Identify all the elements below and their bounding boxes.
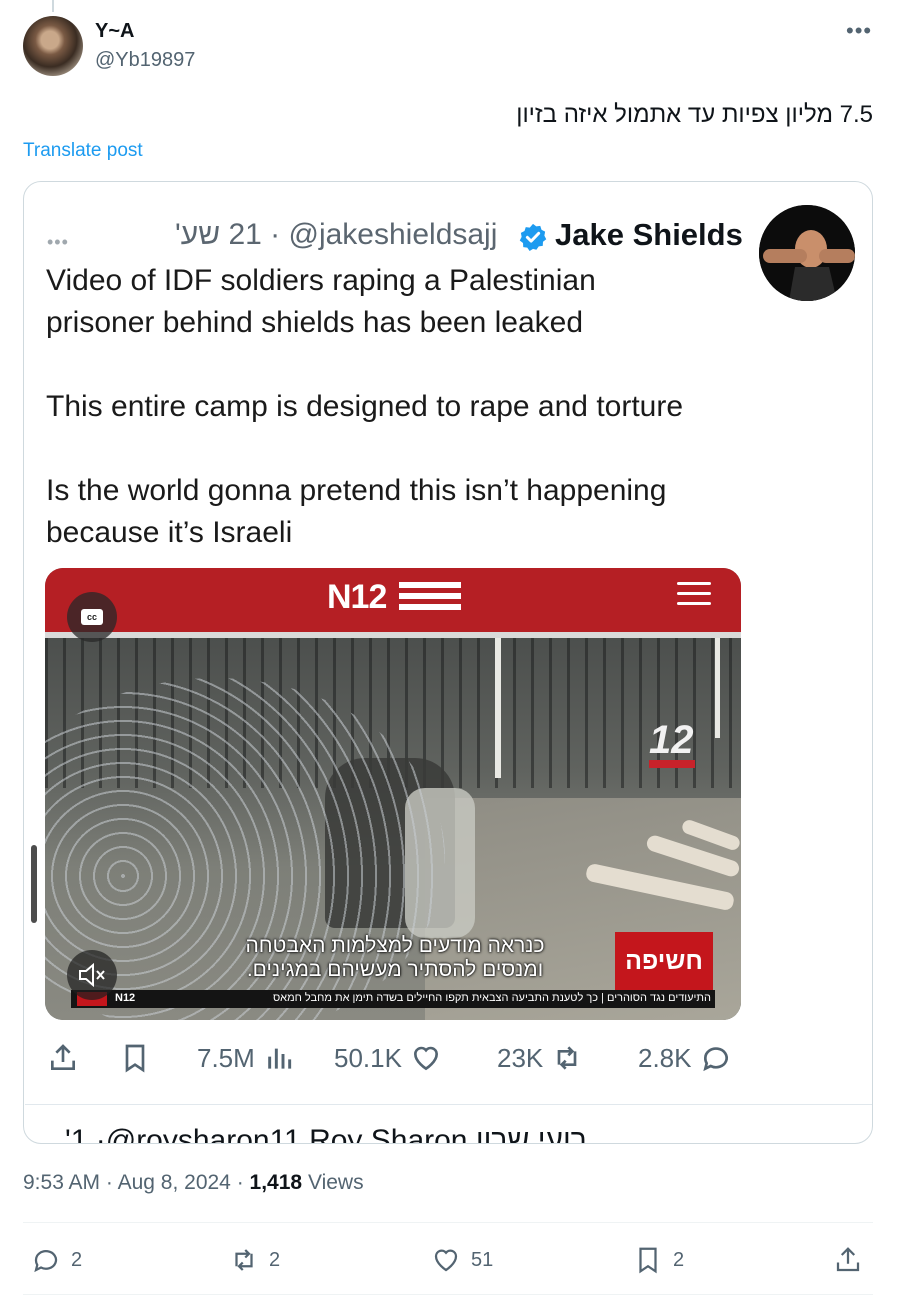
heart-icon bbox=[434, 1249, 458, 1272]
quote-views[interactable]: 7.5M bbox=[197, 1038, 295, 1078]
ticker-logo: N12 bbox=[115, 992, 136, 1004]
author-handle[interactable]: @Yb19897 bbox=[95, 49, 195, 72]
quote-like-button[interactable]: 50.1K bbox=[334, 1038, 442, 1078]
divider bbox=[23, 1222, 873, 1223]
news-ticker: N12 התיעודים נגד הסוהרים | כך לטענת התבי… bbox=[71, 990, 715, 1008]
bookmark-icon bbox=[639, 1247, 657, 1274]
quote-author-name[interactable]: Jake Shields bbox=[555, 217, 743, 253]
repost-icon bbox=[235, 1249, 253, 1271]
video-frame: 12 כנראה מודעים למצלמות האבטחה ומנסים לה… bbox=[45, 638, 741, 1020]
post-text: 7.5 מליון צפיות עד אתמול איזה בזיון bbox=[516, 101, 873, 128]
quote-views-count: 7.5M bbox=[197, 1042, 255, 1073]
quote-share-button[interactable] bbox=[47, 1038, 79, 1078]
post-action-bar: 2 2 51 2 bbox=[23, 1238, 873, 1282]
bookmark-button[interactable]: 2 bbox=[633, 1238, 684, 1282]
closed-captions-icon: cc bbox=[81, 609, 103, 625]
video-caption: כנראה מודעים למצלמות האבטחה ומנסים להסתי… bbox=[245, 934, 545, 981]
views-label: Views bbox=[307, 1171, 364, 1194]
exclusive-badge: חשיפה bbox=[615, 932, 713, 990]
pole-graphic bbox=[715, 638, 720, 738]
more-options-icon[interactable]: ••• bbox=[846, 18, 872, 44]
quote-repost-button[interactable]: 23K bbox=[497, 1038, 583, 1078]
menu-icon bbox=[677, 582, 711, 608]
like-count: 51 bbox=[471, 1248, 494, 1271]
translate-post-link[interactable]: Translate post bbox=[23, 140, 143, 162]
reply-icon bbox=[34, 1250, 58, 1273]
mute-button[interactable] bbox=[67, 950, 117, 1000]
quoted-post-card[interactable]: ••• 21 שע' · @jakeshieldsajj Jake Shield… bbox=[23, 181, 873, 1144]
reply-button[interactable]: 2 bbox=[31, 1238, 82, 1282]
video-header-bar: N12 bbox=[45, 568, 741, 632]
analytics-icon bbox=[268, 1048, 291, 1069]
repost-button[interactable]: 2 bbox=[229, 1238, 280, 1282]
quote-bookmark-button[interactable] bbox=[119, 1038, 151, 1078]
quote-meta-separator: · bbox=[270, 218, 281, 251]
quote-paragraph: Is the world gonna pretend this isn’t ha… bbox=[46, 474, 667, 549]
quote-handle[interactable]: @jakeshieldsajj bbox=[289, 218, 498, 251]
like-button[interactable]: 51 bbox=[431, 1238, 493, 1282]
n12-logo-bars bbox=[399, 582, 461, 610]
share-icon bbox=[51, 1044, 75, 1070]
closed-captions-button[interactable]: cc bbox=[67, 592, 117, 642]
post-meta: 9:53 AM · Aug 8, 2024 · 1,418 Views bbox=[23, 1171, 364, 1195]
quote-likes-count: 50.1K bbox=[334, 1042, 402, 1073]
bookmark-count: 2 bbox=[673, 1248, 685, 1271]
bookmark-icon bbox=[125, 1044, 145, 1073]
speaker-muted-icon bbox=[79, 962, 105, 988]
views-count: 1,418 bbox=[249, 1171, 303, 1194]
avatar-portrait-icon bbox=[759, 205, 855, 301]
quote-age: 21 שע' bbox=[175, 218, 262, 251]
post-date[interactable]: Aug 8, 2024 bbox=[118, 1171, 231, 1194]
heart-icon bbox=[413, 1046, 438, 1071]
share-icon bbox=[836, 1247, 860, 1272]
reply-icon bbox=[702, 1047, 728, 1072]
quote-replies-count: 2.8K bbox=[638, 1042, 692, 1073]
quote-action-bar: 7.5M 50.1K 23K 2.8K bbox=[25, 1038, 871, 1078]
next-quote-preview: '1 ·@roysharon11 Roy Sharon רועי שרון bbox=[65, 1124, 587, 1144]
author-avatar[interactable] bbox=[23, 16, 83, 76]
thread-connector bbox=[52, 0, 54, 12]
pole-graphic bbox=[495, 638, 501, 778]
share-button[interactable] bbox=[833, 1238, 863, 1282]
meta-separator: · bbox=[105, 1171, 113, 1194]
channel-12-logo-bar bbox=[649, 760, 695, 768]
repost-count: 2 bbox=[269, 1248, 281, 1271]
quote-body: Video of IDF soldiers raping a Palestini… bbox=[46, 260, 766, 554]
quote-author-avatar[interactable] bbox=[759, 205, 855, 301]
quote-meta: 21 שע' · @jakeshieldsajj bbox=[175, 218, 497, 252]
quote-paragraph: This entire camp is designed to rape and… bbox=[46, 390, 684, 423]
channel-12-logo: 12 bbox=[649, 718, 694, 762]
author-display-name[interactable]: Y~A bbox=[95, 20, 134, 43]
quote-more-icon[interactable]: ••• bbox=[47, 232, 69, 253]
post-time[interactable]: 9:53 AM bbox=[23, 1171, 100, 1194]
quote-reply-button[interactable]: 2.8K bbox=[638, 1038, 732, 1078]
meta-separator: · bbox=[236, 1171, 244, 1194]
n12-logo: N12 bbox=[327, 578, 387, 616]
video-player[interactable]: N12 12 כנראה מודעים למצלמות האבטחה ומנסי… bbox=[45, 568, 741, 1020]
divider bbox=[23, 1294, 873, 1295]
ticker-text: התיעודים נגד הסוהרים | כך לטענת התביעה ה… bbox=[272, 992, 711, 1004]
repost-icon bbox=[557, 1046, 577, 1070]
quote-paragraph: Video of IDF soldiers raping a Palestini… bbox=[46, 264, 596, 339]
quote-reposts-count: 23K bbox=[497, 1042, 544, 1073]
reply-count: 2 bbox=[71, 1248, 83, 1271]
quote-divider bbox=[25, 1104, 872, 1105]
scrollbar-thumb[interactable] bbox=[31, 845, 37, 923]
verified-badge-icon bbox=[519, 223, 547, 251]
